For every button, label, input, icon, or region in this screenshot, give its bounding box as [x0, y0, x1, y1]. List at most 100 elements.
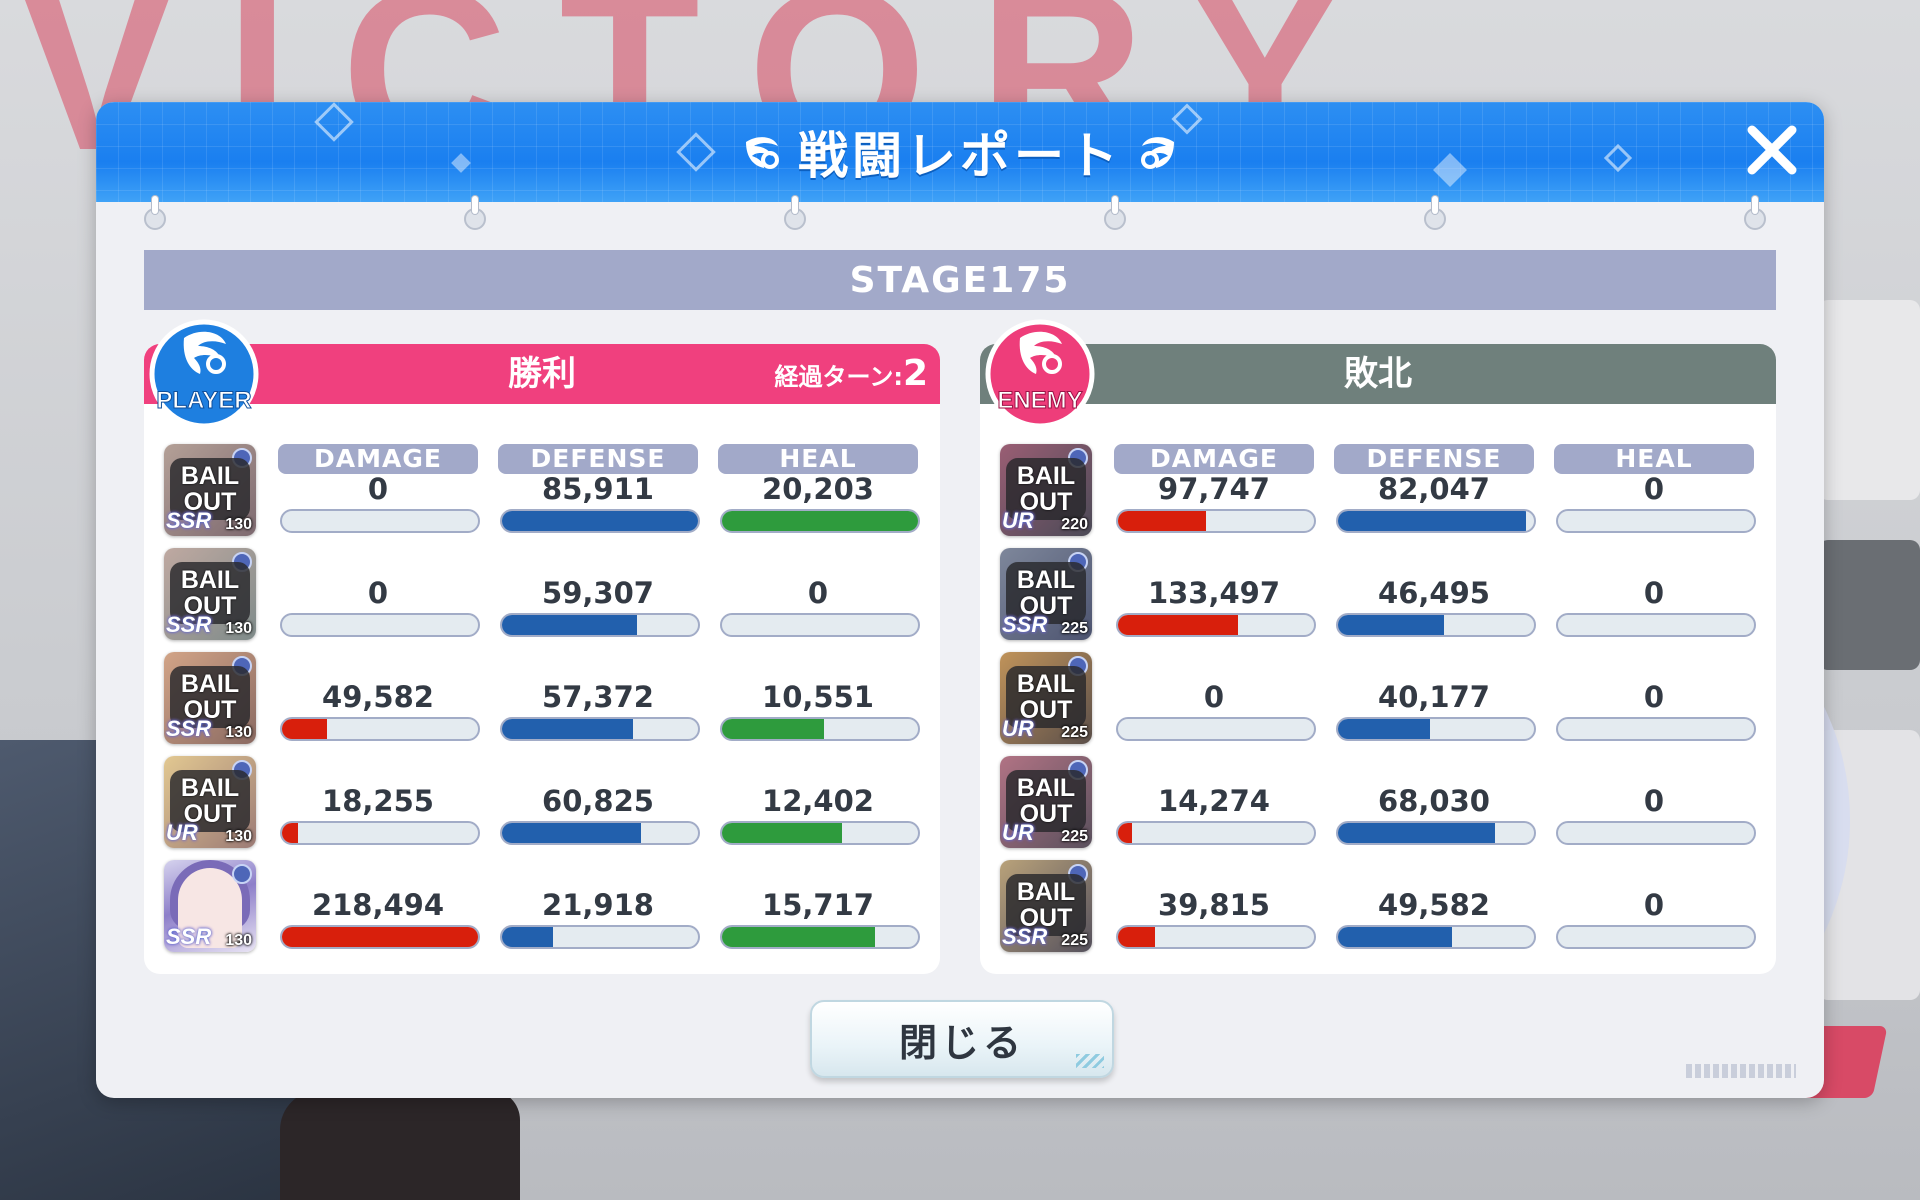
- background-card: [1818, 300, 1920, 500]
- damage-value: 218,494: [311, 888, 445, 922]
- defense-bar: [500, 717, 700, 741]
- rarity-label: SSR: [1002, 924, 1048, 949]
- level-label: 220: [1061, 516, 1088, 533]
- character-portrait[interactable]: BAIL OUT SSR 225: [1000, 860, 1092, 952]
- character-portrait[interactable]: BAIL OUT UR 220: [1000, 444, 1092, 536]
- elapsed-turns: 経過ターン:2: [775, 344, 928, 404]
- battle-report-dialog: 戦闘レポート STAGE175 勝利 経過ターン:2 PLAYER BAIL O…: [96, 102, 1824, 1098]
- character-portrait[interactable]: BAIL OUT UR 225: [1000, 756, 1092, 848]
- damage-value: 97,747: [1158, 472, 1270, 506]
- heal-stat: 0: [1554, 756, 1756, 845]
- heal-stat: 0: [1554, 860, 1756, 949]
- level-label: 130: [225, 620, 252, 637]
- dialog-header: 戦闘レポート: [96, 102, 1824, 202]
- heal-stat: 12,402: [718, 756, 920, 845]
- defense-stat: 57,372: [498, 652, 700, 741]
- heal-header: HEAL: [1554, 444, 1754, 474]
- character-portrait[interactable]: SSR 130: [164, 860, 256, 952]
- heal-value: 0: [1643, 784, 1665, 818]
- damage-bar: [1116, 717, 1316, 741]
- damage-bar: [1116, 821, 1316, 845]
- level-label: 225: [1061, 828, 1088, 845]
- heal-bar: [720, 613, 920, 637]
- background-card: [1818, 540, 1920, 670]
- heal-value: 12,402: [762, 784, 874, 818]
- damage-stat: 218,494: [278, 860, 480, 949]
- damage-header: DAMAGE: [278, 444, 478, 474]
- character-portrait[interactable]: BAIL OUT UR 130: [164, 756, 256, 848]
- binder-ring: [144, 196, 166, 230]
- close-icon[interactable]: [1740, 118, 1804, 182]
- rarity-label: SSR: [1002, 612, 1048, 637]
- defense-stat: DEFENSE 85,911: [498, 444, 700, 533]
- damage-bar: [280, 821, 480, 845]
- binder-ring: [464, 196, 486, 230]
- heal-stat: 0: [718, 548, 920, 637]
- defense-bar: [1336, 613, 1536, 637]
- character-portrait[interactable]: BAIL OUT SSR 130: [164, 652, 256, 744]
- defense-stat: 46,495: [1334, 548, 1536, 637]
- defense-stat: 40,177: [1334, 652, 1536, 741]
- damage-bar: [1116, 925, 1316, 949]
- heal-bar: [1556, 821, 1756, 845]
- damage-value: 39,815: [1158, 888, 1270, 922]
- heal-value: 0: [807, 576, 829, 610]
- defense-bar-fill: [1338, 823, 1495, 843]
- defense-bar-fill: [1338, 615, 1444, 635]
- character-portrait[interactable]: BAIL OUT UR 225: [1000, 652, 1092, 744]
- heal-bar: [720, 821, 920, 845]
- damage-stat: DAMAGE 0: [278, 444, 480, 533]
- heal-value: 0: [1643, 680, 1665, 714]
- heal-stat: 10,551: [718, 652, 920, 741]
- dialog-title: 戦闘レポート: [798, 127, 1122, 185]
- elapsed-turns-label: 経過ターン:: [774, 363, 903, 391]
- defense-bar-fill: [502, 823, 642, 843]
- heal-bar: [1556, 717, 1756, 741]
- defense-value: 57,372: [542, 680, 654, 714]
- defense-bar: [500, 821, 700, 845]
- stage-label: STAGE175: [144, 250, 1776, 310]
- enemy-badge-text: ENEMY: [997, 387, 1082, 414]
- button-decor-stripes: [1076, 1054, 1104, 1068]
- damage-stat: 0: [278, 548, 480, 637]
- rarity-label: SSR: [166, 508, 212, 533]
- heal-header: HEAL: [718, 444, 918, 474]
- level-label: 225: [1061, 932, 1088, 949]
- wing-right-icon: [1141, 137, 1174, 169]
- heal-value: 0: [1643, 472, 1665, 506]
- defense-bar: [1336, 821, 1536, 845]
- close-button[interactable]: 閉じる: [810, 1000, 1114, 1078]
- character-portrait[interactable]: BAIL OUT SSR 130: [164, 548, 256, 640]
- heal-stat: HEAL 20,203: [718, 444, 920, 533]
- heal-bar-fill: [722, 719, 824, 739]
- defense-value: 21,918: [542, 888, 654, 922]
- defense-bar-fill: [502, 511, 698, 531]
- defense-value: 85,911: [542, 472, 654, 506]
- player-badge: PLAYER: [149, 319, 259, 428]
- rarity-label: SSR: [166, 612, 212, 637]
- player-panel: 勝利 経過ターン:2 PLAYER BAIL OUT SSR 130 DAMAGE 0 DE…: [144, 319, 940, 974]
- heal-stat: HEAL 0: [1554, 444, 1756, 533]
- damage-bar: [280, 613, 480, 637]
- heal-bar: [1556, 509, 1756, 533]
- heal-value: 15,717: [762, 888, 874, 922]
- character-portrait[interactable]: BAIL OUT SSR 130: [164, 444, 256, 536]
- heal-stat: 0: [1554, 652, 1756, 741]
- heal-bar: [1556, 925, 1756, 949]
- damage-value: 0: [1203, 680, 1225, 714]
- defense-value: 40,177: [1378, 680, 1490, 714]
- defense-bar-fill: [502, 927, 553, 947]
- defense-stat: 60,825: [498, 756, 700, 845]
- heal-bar-fill: [722, 927, 875, 947]
- character-portrait[interactable]: BAIL OUT SSR 225: [1000, 548, 1092, 640]
- defense-bar: [1336, 717, 1536, 741]
- rarity-label: UR: [1002, 508, 1034, 533]
- defense-value: 49,582: [1378, 888, 1490, 922]
- damage-value: 0: [367, 576, 389, 610]
- rarity-label: SSR: [166, 716, 212, 741]
- level-label: 225: [1061, 620, 1088, 637]
- rarity-label: UR: [166, 820, 198, 845]
- defense-value: 59,307: [542, 576, 654, 610]
- dialog-title-group: 戦闘レポート: [96, 120, 1824, 185]
- defense-bar: [500, 925, 700, 949]
